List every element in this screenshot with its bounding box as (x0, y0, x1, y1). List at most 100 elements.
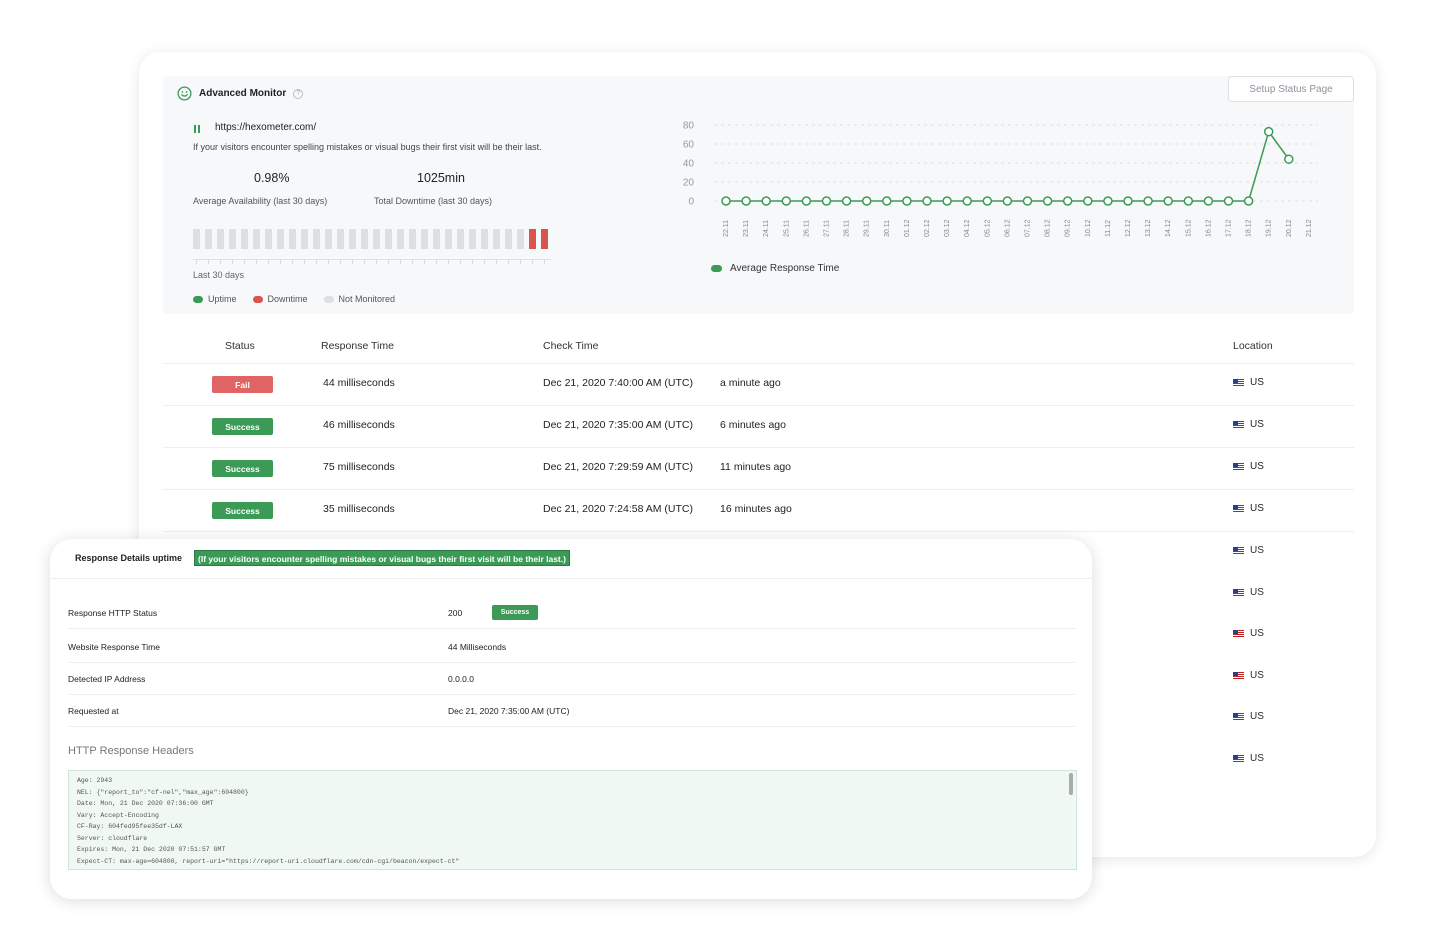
check-time: Dec 21, 2020 7:40:00 AM (UTC) (543, 377, 693, 389)
data-point[interactable] (841, 196, 852, 206)
data-point[interactable] (721, 196, 731, 206)
x-tick-label: 29.11 (864, 220, 871, 237)
data-point[interactable] (781, 196, 792, 206)
data-point[interactable] (1203, 196, 1214, 206)
location-label: US (1250, 377, 1264, 388)
data-point[interactable] (902, 196, 912, 206)
uptime-day-bar[interactable] (337, 229, 344, 249)
uptime-day-bar[interactable] (469, 229, 476, 249)
scrollbar[interactable] (1069, 773, 1073, 795)
uptime-day-bar[interactable] (409, 229, 416, 249)
uptime-day-bar[interactable] (421, 229, 428, 249)
data-point[interactable] (942, 196, 952, 206)
data-point[interactable] (1103, 196, 1113, 206)
data-point[interactable] (1183, 196, 1194, 206)
data-point[interactable] (1143, 196, 1153, 206)
data-point[interactable] (1062, 196, 1073, 206)
location: US (1233, 461, 1264, 472)
data-point[interactable] (982, 196, 993, 206)
data-point[interactable] (882, 196, 892, 206)
uptime-day-bar[interactable] (361, 229, 368, 249)
response-time: 44 milliseconds (323, 377, 395, 389)
uptime-day-bar[interactable] (505, 229, 512, 249)
data-point[interactable] (1223, 196, 1234, 206)
dialog-highlight: (If your visitors encounter spelling mis… (194, 550, 570, 566)
uptime-day-bar[interactable] (289, 229, 296, 249)
uptime-day-bar[interactable] (373, 229, 380, 249)
uptime-day-bar[interactable] (325, 229, 332, 249)
http-headers-title: HTTP Response Headers (68, 745, 194, 757)
check-time: Dec 21, 2020 7:29:59 AM (UTC) (543, 461, 693, 473)
header-status: Status (225, 340, 255, 352)
uptime-day-bar[interactable] (217, 229, 224, 249)
x-tick-label: 24.11 (763, 220, 770, 237)
uptime-day-bar[interactable] (229, 229, 236, 249)
data-point[interactable] (962, 196, 972, 206)
table-row[interactable]: Fail 44 milliseconds Dec 21, 2020 7:40:0… (163, 364, 1354, 406)
header-line: Date: Mon, 21 Dec 2020 07:36:00 GMT (77, 800, 214, 807)
us-flag-icon (1233, 755, 1244, 762)
pause-icon[interactable] (194, 125, 200, 133)
data-point[interactable] (741, 196, 751, 206)
time-ago: 11 minutes ago (720, 461, 792, 473)
x-tick-label: 04.12 (964, 219, 971, 237)
uptime-day-bar[interactable] (385, 229, 392, 249)
uptime-day-bar[interactable] (313, 229, 320, 249)
location: US (1233, 419, 1264, 430)
uptime-day-bar[interactable] (529, 229, 536, 249)
data-point[interactable] (861, 196, 872, 206)
time-ago: 16 minutes ago (720, 503, 792, 515)
detail-label: Requested at (68, 706, 119, 716)
uptime-day-bar[interactable] (433, 229, 440, 249)
us-flag-icon (1233, 671, 1244, 679)
data-point[interactable] (1002, 196, 1013, 206)
detail-label: Detected IP Address (68, 674, 146, 684)
data-point[interactable] (1123, 196, 1133, 206)
uptime-day-bar[interactable] (541, 229, 548, 249)
uptime-day-bar[interactable] (193, 229, 200, 249)
table-row[interactable]: Success 35 milliseconds Dec 21, 2020 7:2… (163, 490, 1354, 532)
uptime-day-bar[interactable] (493, 229, 500, 249)
x-tick-label: 16.12 (1205, 219, 1212, 237)
setup-status-page-button[interactable]: Setup Status Page (1228, 76, 1354, 102)
data-point[interactable] (922, 196, 932, 206)
status-badge: Success (492, 605, 538, 620)
x-tick-label: 14.12 (1165, 219, 1172, 237)
data-point[interactable] (1083, 196, 1093, 206)
detail-label: Website Response Time (68, 642, 160, 652)
check-time: Dec 21, 2020 7:35:00 AM (UTC) (543, 419, 693, 431)
x-tick-label: 28.11 (844, 220, 851, 237)
uptime-day-bar[interactable] (277, 229, 284, 249)
data-point[interactable] (821, 196, 832, 206)
uptime-day-bar[interactable] (265, 229, 272, 249)
y-tick-label: 80 (683, 121, 695, 132)
table-row[interactable]: Success 75 milliseconds Dec 21, 2020 7:2… (163, 448, 1354, 490)
data-point[interactable] (801, 196, 812, 206)
time-ago: a minute ago (720, 377, 781, 389)
data-point[interactable] (1042, 196, 1053, 206)
uptime-day-bar[interactable] (517, 229, 524, 249)
data-point[interactable] (1243, 196, 1254, 206)
uptime-day-bar[interactable] (397, 229, 404, 249)
us-flag-icon (1233, 713, 1244, 721)
data-point[interactable] (1022, 196, 1033, 206)
availability-value: 0.98% (254, 171, 290, 185)
data-point[interactable] (1284, 154, 1294, 164)
http-headers-textarea[interactable]: Age: 2943 NEL: {"report_to":"cf-nel","max… (68, 770, 1077, 870)
uptime-day-bar[interactable] (457, 229, 464, 249)
x-tick-label: 05.12 (984, 219, 991, 237)
uptime-day-bar[interactable] (349, 229, 356, 249)
uptime-day-bar[interactable] (241, 229, 248, 249)
help-icon[interactable]: ? (293, 88, 304, 99)
location: US (1233, 753, 1264, 764)
uptime-day-bar[interactable] (205, 229, 212, 249)
data-point[interactable] (761, 196, 771, 206)
data-point[interactable] (1263, 126, 1274, 137)
detail-row: Detected IP Address 0.0.0.0 (68, 663, 1076, 695)
table-row[interactable]: Success 46 milliseconds Dec 21, 2020 7:3… (163, 406, 1354, 448)
uptime-day-bar[interactable] (301, 229, 308, 249)
uptime-day-bar[interactable] (481, 229, 488, 249)
uptime-day-bar[interactable] (253, 229, 260, 249)
uptime-day-bar[interactable] (445, 229, 452, 249)
data-point[interactable] (1163, 196, 1173, 206)
